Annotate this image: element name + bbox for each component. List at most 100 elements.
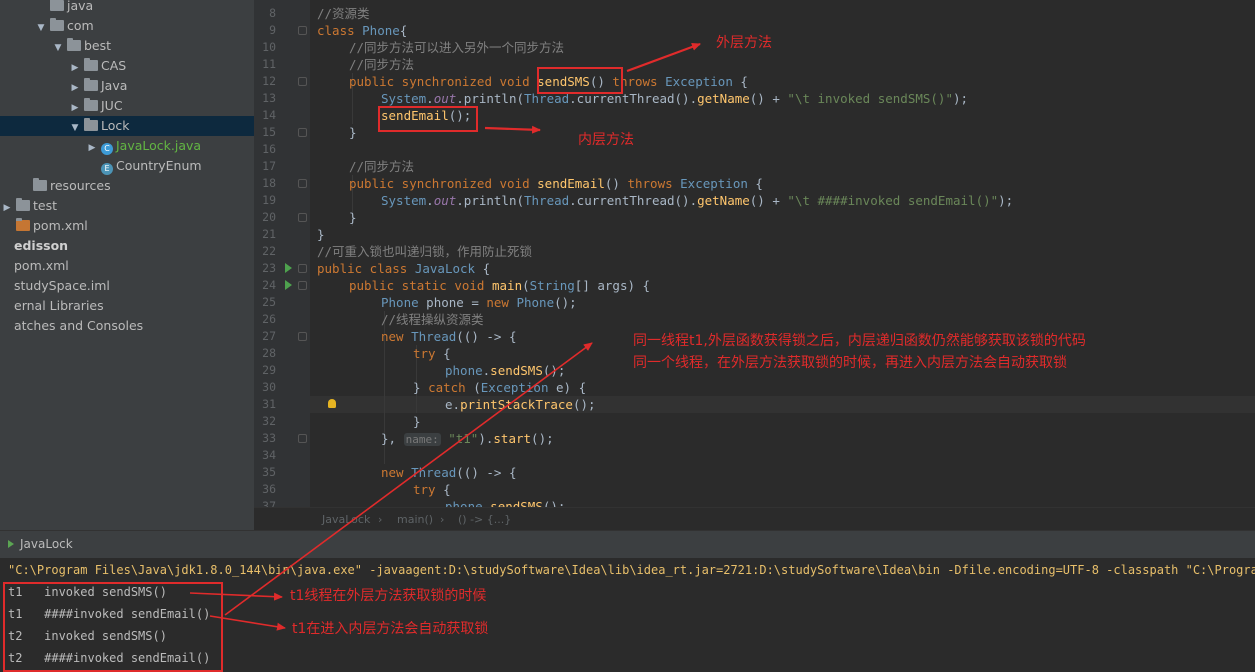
fold-marker-icon[interactable] <box>298 332 307 341</box>
tree-item[interactable]: java <box>0 0 254 16</box>
code-line: //线程操纵资源类 <box>381 311 484 328</box>
run-tab[interactable]: JavaLock <box>0 531 91 560</box>
line-number: 26 <box>262 312 276 326</box>
code-line: phone.sendSMS(); <box>445 362 565 379</box>
code-token: public static void <box>349 278 492 293</box>
tree-item[interactable]: atches and Consoles <box>0 316 254 336</box>
folder-icon <box>33 178 47 191</box>
chevron-right-icon[interactable]: ▶ <box>68 58 82 78</box>
breadcrumb-method[interactable]: main() <box>397 513 433 526</box>
code-token: () + <box>749 193 788 208</box>
code-token: System <box>381 91 427 106</box>
code-token: printStackTrace <box>460 397 573 412</box>
line-number: 9 <box>269 23 276 37</box>
code-token: e) { <box>548 380 587 395</box>
code-line: phone.sendSMS(); <box>445 498 565 507</box>
tree-item-label: JavaLock.java <box>116 138 202 153</box>
tree-item[interactable]: ▶ test <box>0 196 254 216</box>
lightbulb-icon[interactable] <box>328 399 336 408</box>
tree-item[interactable]: pom.xml <box>0 216 254 236</box>
code-token: { <box>443 482 451 497</box>
code-token: try <box>413 346 444 361</box>
breadcrumb-sep-icon: › <box>440 513 445 526</box>
code-token: } <box>349 210 357 225</box>
fold-marker-icon[interactable] <box>298 213 307 222</box>
code-token: Phone <box>516 295 555 310</box>
breadcrumb: JavaLock › main() › () -> {...} <box>254 507 1255 531</box>
code-token: { <box>747 176 763 191</box>
fold-marker-icon[interactable] <box>298 434 307 443</box>
line-number: 8 <box>269 6 276 20</box>
breadcrumb-lambda[interactable]: () -> {...} <box>458 513 511 526</box>
code-line: //可重入锁也叫递归锁，作用防止死锁 <box>317 243 532 260</box>
code-token: () <box>604 176 628 191</box>
code-line: //同步方法 <box>349 158 414 175</box>
console-command-line: "C:\Program Files\Java\jdk1.8.0_144\bin\… <box>8 563 1255 577</box>
tree-item[interactable]: edisson <box>0 236 254 256</box>
fold-marker-icon[interactable] <box>298 77 307 86</box>
fold-marker-icon[interactable] <box>298 179 307 188</box>
folder-icon <box>84 78 98 91</box>
code-token: throws <box>627 176 681 191</box>
chevron-down-icon[interactable]: ▼ <box>34 18 48 38</box>
code-token: } <box>317 227 325 242</box>
code-token: //同步方法可以进入另外一个同步方法 <box>349 40 565 55</box>
code-token: new <box>381 465 412 480</box>
tree-item-label: pom.xml <box>33 218 88 233</box>
chevron-right-icon[interactable]: ▶ <box>85 138 99 158</box>
code-line: } <box>349 124 357 141</box>
tree-item[interactable]: studySpace.iml <box>0 276 254 296</box>
tree-item[interactable]: ▼ Lock <box>0 116 254 136</box>
line-number: 17 <box>262 159 276 173</box>
folder-icon <box>67 38 81 51</box>
code-token: e. <box>445 397 461 412</box>
code-token: //同步方法 <box>349 57 415 72</box>
run-gutter-icon[interactable] <box>285 263 292 273</box>
code-token: (); <box>572 397 596 412</box>
tree-item[interactable]: ernal Libraries <box>0 296 254 316</box>
tree-item[interactable]: ▼ com <box>0 16 254 36</box>
code-token: Exception <box>680 176 748 191</box>
tree-item-label: resources <box>50 178 111 193</box>
code-token: Phone <box>362 23 400 38</box>
code-line: //同步方法 <box>349 56 414 73</box>
run-gutter-icon[interactable] <box>285 280 292 290</box>
breadcrumb-file[interactable]: JavaLock <box>322 513 370 526</box>
chevron-down-icon[interactable]: ▼ <box>51 38 65 58</box>
code-token: "\t ####invoked sendEmail()" <box>787 193 999 208</box>
code-token: //可重入锁也叫递归锁，作用防止死锁 <box>317 244 533 259</box>
code-token: new <box>486 295 517 310</box>
code-token: () + <box>749 91 788 106</box>
folder-icon <box>84 98 98 111</box>
line-number: 13 <box>262 91 276 105</box>
code-editor[interactable]: //资源类 class Phone{//同步方法可以进入另外一个同步方法//同步方… <box>310 0 1255 507</box>
fold-marker-icon[interactable] <box>298 128 307 137</box>
fold-marker-icon[interactable] <box>298 26 307 35</box>
tree-item-label: test <box>33 198 58 213</box>
chevron-right-icon[interactable]: ▶ <box>68 78 82 98</box>
fold-marker-icon[interactable] <box>298 281 307 290</box>
line-number: 31 <box>262 397 276 411</box>
line-number: 25 <box>262 295 276 309</box>
chevron-right-icon[interactable]: ▶ <box>0 198 14 218</box>
tree-item[interactable]: E CountryEnum <box>0 156 254 176</box>
code-token: //线程操纵资源类 <box>381 312 484 327</box>
line-number: 11 <box>262 57 276 71</box>
tree-item[interactable]: resources <box>0 176 254 196</box>
line-number: 32 <box>262 414 276 428</box>
annotation-outer-method: 外层方法 <box>716 35 772 51</box>
code-token: } <box>349 125 357 140</box>
tree-item[interactable]: ▶ C JavaLock.java <box>0 136 254 156</box>
tree-item[interactable]: ▶ JUC <box>0 96 254 116</box>
tree-item[interactable]: ▶ CAS <box>0 56 254 76</box>
code-token: (); <box>554 295 577 310</box>
line-number: 36 <box>262 482 276 496</box>
tree-item[interactable]: ▶ Java <box>0 76 254 96</box>
code-line: } catch (Exception e) { <box>413 379 586 396</box>
tree-item-label: atches and Consoles <box>14 318 144 333</box>
fold-marker-icon[interactable] <box>298 264 307 273</box>
tree-item[interactable]: pom.xml <box>0 256 254 276</box>
chevron-down-icon[interactable]: ▼ <box>68 118 82 138</box>
chevron-right-icon[interactable]: ▶ <box>68 98 82 118</box>
tree-item[interactable]: ▼ best <box>0 36 254 56</box>
